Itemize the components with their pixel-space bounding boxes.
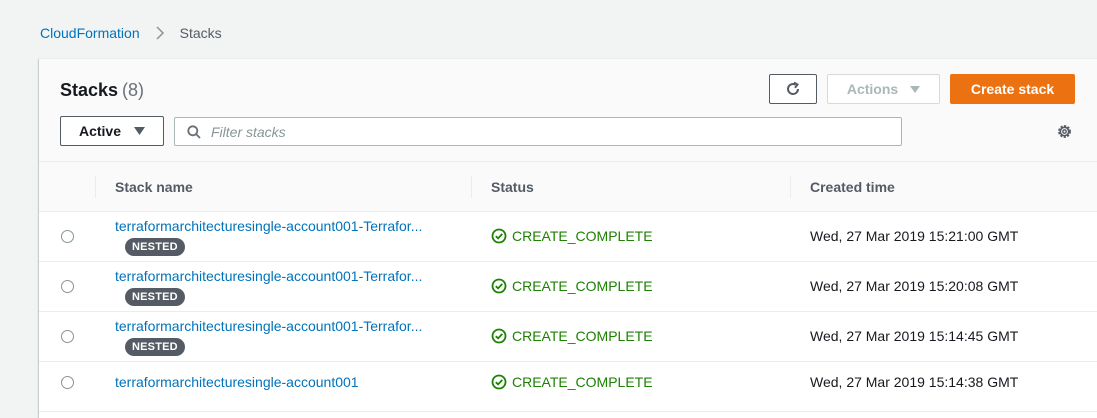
table-header: Stack name Status Created time [39, 162, 1097, 212]
created-time: Wed, 27 Mar 2019 15:20:08 GMT [810, 278, 1019, 294]
nested-badge: NESTED [125, 288, 185, 306]
status-cell: CREATE_COMPLETE [491, 228, 653, 244]
selected-filter-value: Active [78, 123, 122, 139]
stack-name-link[interactable]: terraformarchitecturesingle-account001-T… [115, 318, 422, 334]
create-stack-button[interactable]: Create stack [950, 74, 1075, 104]
table-row[interactable]: terraformarchitecturesingle-account001-T… [39, 212, 1097, 262]
row-select-radio[interactable] [61, 330, 74, 343]
breadcrumb-current: Stacks [179, 25, 222, 41]
table-row[interactable]: terraformarchitecturesingle-account001-T… [39, 312, 1097, 362]
created-time: Wed, 27 Mar 2019 15:14:38 GMT [810, 374, 1019, 390]
caret-down-icon [134, 127, 146, 135]
stack-count: (8) [122, 80, 145, 100]
table-row[interactable]: terraformarchitecturesingle-account001-T… [39, 262, 1097, 312]
chevron-right-icon [156, 26, 164, 40]
stack-status-filter-select[interactable]: Active [60, 116, 164, 146]
row-select-radio[interactable] [61, 230, 74, 243]
column-header-stack-name[interactable]: Stack name [115, 162, 193, 212]
caret-down-icon [910, 85, 921, 93]
panel-header: Stacks (8) Actions Create stack Active [39, 59, 1097, 162]
page-title: Stacks (8) [60, 80, 144, 101]
refresh-icon [787, 81, 800, 95]
gear-icon[interactable] [1056, 123, 1073, 140]
actions-label: Actions [846, 81, 899, 97]
column-divider [95, 176, 96, 198]
search-icon [187, 124, 201, 139]
refresh-button[interactable] [769, 74, 817, 104]
status-cell: CREATE_COMPLETE [491, 278, 653, 294]
column-divider [790, 176, 791, 198]
row-select-radio[interactable] [61, 376, 74, 389]
status-cell: CREATE_COMPLETE [491, 328, 653, 344]
column-divider [471, 176, 472, 198]
status-text: CREATE_COMPLETE [512, 328, 653, 344]
row-select-radio[interactable] [61, 280, 74, 293]
nested-badge: NESTED [125, 338, 185, 356]
title-text: Stacks [60, 80, 119, 100]
created-time: Wed, 27 Mar 2019 15:14:45 GMT [810, 328, 1019, 344]
check-circle-icon [491, 374, 507, 390]
status-text: CREATE_COMPLETE [512, 374, 653, 390]
filter-stacks-field [174, 117, 902, 146]
breadcrumb-cloudformation-link[interactable]: CloudFormation [40, 25, 140, 41]
stacks-panel: Stacks (8) Actions Create stack Active F… [39, 58, 1097, 418]
status-text: CREATE_COMPLETE [512, 228, 653, 244]
actions-button[interactable]: Actions [827, 74, 940, 104]
check-circle-icon [491, 328, 507, 344]
column-header-created-time[interactable]: Created time [810, 162, 895, 212]
check-circle-icon [491, 228, 507, 244]
status-cell: CREATE_COMPLETE [491, 374, 653, 390]
status-text: CREATE_COMPLETE [512, 278, 653, 294]
nested-badge: NESTED [125, 238, 185, 256]
stack-name-link[interactable]: terraformarchitecturesingle-account001-T… [115, 268, 422, 284]
stack-name-link[interactable]: terraformarchitecturesingle-account001-T… [115, 218, 422, 234]
stack-name-link[interactable]: terraformarchitecturesingle-account001 [115, 374, 359, 390]
table-row[interactable]: terraformarchitecturesingle-account001 C… [39, 362, 1097, 412]
search-input[interactable] [211, 119, 891, 144]
breadcrumb: CloudFormation Stacks [40, 25, 222, 41]
column-header-status[interactable]: Status [491, 162, 534, 212]
created-time: Wed, 27 Mar 2019 15:21:00 GMT [810, 228, 1019, 244]
check-circle-icon [491, 278, 507, 294]
